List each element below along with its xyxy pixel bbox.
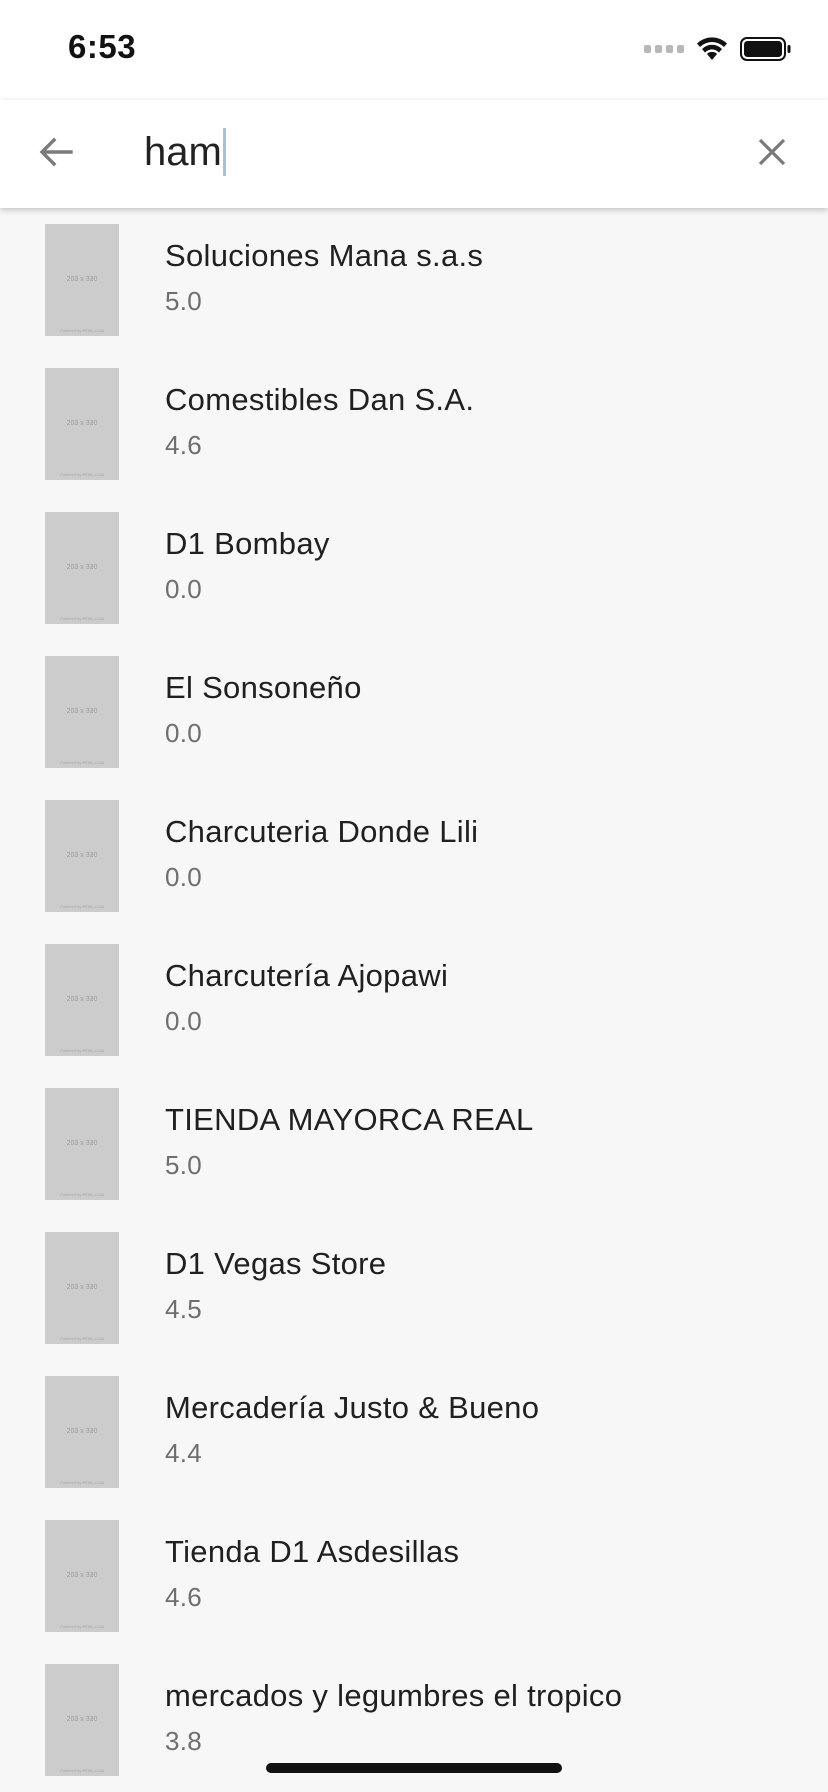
store-name: D1 Bombay bbox=[165, 526, 330, 561]
store-thumbnail: 203 x 330 Powered by HTML.COM bbox=[45, 368, 119, 480]
signal-icon bbox=[644, 45, 684, 53]
search-header: ham bbox=[0, 100, 828, 208]
home-indicator[interactable] bbox=[266, 1763, 562, 1773]
store-thumbnail: 203 x 330 Powered by HTML.COM bbox=[45, 800, 119, 912]
store-name: Charcuteria Donde Lili bbox=[165, 814, 479, 849]
list-item[interactable]: 203 x 330 Powered by HTML.COM Soluciones … bbox=[0, 208, 828, 352]
store-thumbnail: 203 x 330 Powered by HTML.COM bbox=[45, 512, 119, 624]
store-rating: 3.8 bbox=[165, 1726, 203, 1756]
battery-icon bbox=[740, 37, 791, 61]
list-item[interactable]: 203 x 330 Powered by HTML.COM Mercadería … bbox=[0, 1360, 828, 1504]
list-item[interactable]: 203 x 330 Powered by HTML.COM Tienda D1 A… bbox=[0, 1504, 828, 1648]
store-thumbnail: 203 x 330 Powered by HTML.COM bbox=[45, 1088, 119, 1200]
store-rating: 4.5 bbox=[165, 1294, 203, 1324]
store-thumbnail: 203 x 330 Powered by HTML.COM bbox=[45, 1520, 119, 1632]
list-item[interactable]: 203 x 330 Powered by HTML.COM D1 Vegas St… bbox=[0, 1216, 828, 1360]
store-name: Charcutería Ajopawi bbox=[165, 958, 449, 993]
store-name: mercados y legumbres el tropico bbox=[165, 1678, 623, 1713]
store-name: El Sonsoneño bbox=[165, 670, 362, 705]
status-time: 6:53 bbox=[68, 28, 137, 65]
store-rating: 0.0 bbox=[165, 862, 203, 892]
store-rating: 5.0 bbox=[165, 286, 203, 316]
list-item[interactable]: 203 x 330 Powered by HTML.COM TIENDA MAYO… bbox=[0, 1072, 828, 1216]
store-thumbnail: 203 x 330 Powered by HTML.COM bbox=[45, 224, 119, 336]
store-name: D1 Vegas Store bbox=[165, 1246, 387, 1281]
list-item[interactable]: 203 x 330 Powered by HTML.COM Charcutería… bbox=[0, 928, 828, 1072]
store-thumbnail: 203 x 330 Powered by HTML.COM bbox=[45, 656, 119, 768]
list-item[interactable]: 203 x 330 Powered by HTML.COM Charcuteria… bbox=[0, 784, 828, 928]
status-bar: 6:53 bbox=[0, 0, 828, 100]
store-rating: 0.0 bbox=[165, 574, 203, 604]
clear-search-button[interactable] bbox=[746, 126, 798, 178]
store-name: Soluciones Mana s.a.s bbox=[165, 238, 484, 273]
store-rating: 0.0 bbox=[165, 1006, 203, 1036]
store-name: Mercadería Justo & Bueno bbox=[165, 1390, 540, 1425]
store-rating: 4.6 bbox=[165, 430, 203, 460]
wifi-icon bbox=[697, 37, 727, 60]
list-item[interactable]: 203 x 330 Powered by HTML.COM El Sonsoneñ… bbox=[0, 640, 828, 784]
store-name: Comestibles Dan S.A. bbox=[165, 382, 475, 417]
text-caret bbox=[222, 128, 226, 176]
store-thumbnail: 203 x 330 Powered by HTML.COM bbox=[45, 1664, 119, 1776]
store-name: TIENDA MAYORCA REAL bbox=[165, 1102, 534, 1137]
status-icons bbox=[644, 34, 792, 64]
search-query: ham bbox=[144, 129, 222, 174]
arrow-left-icon bbox=[39, 137, 73, 167]
store-rating: 0.0 bbox=[165, 718, 203, 748]
store-rating: 4.6 bbox=[165, 1582, 203, 1612]
list-item[interactable]: 203 x 330 Powered by HTML.COM Comestibles… bbox=[0, 352, 828, 496]
store-thumbnail: 203 x 330 Powered by HTML.COM bbox=[45, 1376, 119, 1488]
search-input[interactable]: ham bbox=[144, 120, 724, 184]
store-rating: 4.4 bbox=[165, 1438, 203, 1468]
store-thumbnail: 203 x 330 Powered by HTML.COM bbox=[45, 1232, 119, 1344]
results-list: 203 x 330 Powered by HTML.COM Soluciones … bbox=[0, 208, 828, 1792]
store-thumbnail: 203 x 330 Powered by HTML.COM bbox=[45, 944, 119, 1056]
store-name: Tienda D1 Asdesillas bbox=[165, 1534, 460, 1569]
store-rating: 5.0 bbox=[165, 1150, 203, 1180]
close-icon bbox=[758, 138, 786, 166]
back-button[interactable] bbox=[30, 126, 82, 178]
list-item[interactable]: 203 x 330 Powered by HTML.COM D1 Bombay 0… bbox=[0, 496, 828, 640]
